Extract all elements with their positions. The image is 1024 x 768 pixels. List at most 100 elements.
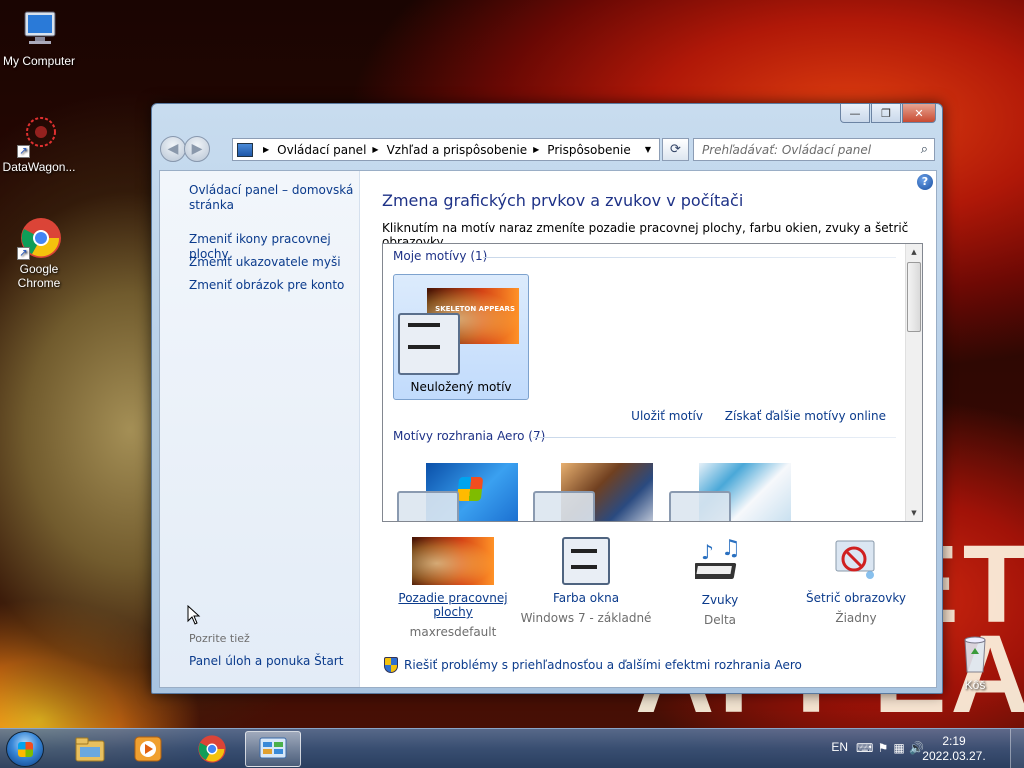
refresh-icon: ⟳ — [670, 142, 681, 157]
mouse-cursor-icon — [187, 605, 201, 625]
clock-time: 2:19 — [942, 734, 966, 748]
themes-scrollbar[interactable]: ▲ ▼ — [905, 244, 922, 521]
theme-window-color-preview — [397, 491, 459, 521]
wallpaper-thumbnail — [412, 537, 494, 585]
desktop-icon-recycle-bin[interactable]: Kôš — [936, 632, 1014, 692]
theme-window-color-preview — [398, 313, 460, 375]
navigation-bar: ◀ ▶ ▶ Ovládací panel ▶ Vzhľad a prispôso… — [160, 136, 935, 162]
save-theme-link[interactable]: Uložiť motív — [631, 409, 703, 423]
preview-bar — [408, 323, 440, 327]
shield-icon — [384, 657, 398, 673]
forward-button[interactable]: ▶ — [184, 136, 210, 162]
forward-arrow-icon: ▶ — [191, 141, 203, 157]
clock[interactable]: 2:19 2022.03.27. — [916, 734, 992, 764]
desktop-icon-my-computer[interactable]: My Computer — [0, 8, 78, 68]
desktop-icon-label: DataWagon... — [2, 160, 76, 174]
sidebar-link-account-picture[interactable]: Zmeniť obrázok pre konto — [189, 278, 359, 293]
theme-window-color-preview — [669, 491, 731, 521]
control-panel-icon — [259, 737, 287, 759]
keyboard-icon[interactable]: ⌨ — [856, 741, 873, 755]
sidebar-link-home[interactable]: Ovládací panel – domovská stránka — [189, 183, 359, 213]
recycle-bin-icon — [953, 632, 997, 676]
computer-icon — [17, 8, 61, 52]
media-player-icon — [134, 736, 162, 762]
scroll-down-icon[interactable]: ▼ — [906, 505, 922, 521]
screen-saver-setting[interactable]: Šetrič obrazovky Žiadny — [781, 537, 931, 625]
sidebar: Ovládací panel – domovská stránka Zmeniť… — [160, 171, 360, 687]
language-indicator[interactable]: EN — [831, 740, 848, 754]
preview-bar — [571, 565, 597, 569]
sounds-link[interactable]: Zvuky — [645, 593, 795, 607]
get-more-themes-link[interactable]: Získať ďalšie motívy online — [725, 409, 886, 423]
taskbar: EN ⌨ ⚑ ▦ 🔊 2:19 2022.03.27. — [0, 728, 1024, 768]
action-center-icon[interactable]: ⚑ — [876, 741, 890, 755]
desktop-background-value: maxresdefault — [409, 625, 497, 639]
see-also-heading: Pozrite tiež — [189, 632, 250, 645]
desktop-icon-label: My Computer — [2, 54, 76, 68]
folder-icon — [75, 737, 105, 762]
group-divider — [483, 257, 896, 258]
scrollbar-thumb[interactable] — [907, 262, 921, 332]
search-icon[interactable]: ⌕ — [921, 142, 928, 157]
minimize-button[interactable]: — — [840, 104, 870, 123]
svg-text:♫: ♫ — [721, 537, 741, 561]
sidebar-link-taskbar-start[interactable]: Panel úloh a ponuka Štart — [189, 654, 359, 669]
screen-saver-link[interactable]: Šetrič obrazovky — [781, 591, 931, 605]
svg-text:♪: ♪ — [701, 540, 714, 564]
preview-bar — [571, 549, 597, 553]
window-color-link[interactable]: Farba okna — [511, 591, 661, 605]
desktop-background-link[interactable]: Pozadie pracovnej plochy — [378, 591, 528, 619]
my-themes-heading: Moje motívy (1) — [393, 249, 488, 263]
scroll-up-icon[interactable]: ▲ — [906, 244, 922, 260]
window-color-setting[interactable]: Farba okna Windows 7 - základné — [511, 537, 661, 625]
address-bar[interactable]: ▶ Ovládací panel ▶ Vzhľad a prispôsobeni… — [232, 138, 660, 161]
breadcrumb-separator-icon: ▶ — [533, 145, 540, 154]
chrome-icon: ↗ — [17, 216, 61, 260]
search-input[interactable]: Prehľadávať: Ovládací panel ⌕ — [693, 138, 935, 161]
sidebar-link-mouse-pointers[interactable]: Zmeniť ukazovatele myši — [189, 255, 359, 270]
shortcut-arrow-icon: ↗ — [17, 145, 30, 158]
group-divider — [533, 437, 896, 438]
maximize-button[interactable]: ❐ — [871, 104, 901, 123]
start-button[interactable] — [6, 731, 44, 767]
thumbnail-text: SKELETON APPEARS — [435, 305, 515, 313]
show-desktop-button[interactable] — [1010, 729, 1024, 768]
aero-troubleshoot-label: Riešiť problémy s priehľadnosťou a ďalší… — [404, 658, 802, 672]
theme-item-unsaved[interactable]: SKELETON APPEARS Neuložený motív — [393, 274, 529, 400]
screen-saver-icon — [832, 537, 880, 585]
back-button[interactable]: ◀ — [160, 136, 186, 162]
taskbar-chrome[interactable] — [184, 731, 240, 767]
desktop-icon-datawagon[interactable]: ↗ DataWagon... — [0, 114, 78, 174]
theme-label: Neuložený motív — [410, 380, 512, 394]
theme-window-color-preview — [533, 491, 595, 521]
breadcrumb-separator-icon: ▶ — [263, 145, 270, 154]
taskbar-media-player[interactable] — [120, 731, 176, 767]
chrome-icon — [198, 735, 226, 763]
preview-bar — [408, 345, 440, 349]
window-color-icon — [562, 537, 610, 585]
aero-troubleshoot-link[interactable]: Riešiť problémy s priehľadnosťou a ďalší… — [384, 657, 802, 673]
breadcrumb-appearance[interactable]: Vzhľad a prispôsobenie — [387, 143, 528, 157]
help-icon[interactable]: ? — [917, 174, 933, 190]
breadcrumb-personalization[interactable]: Prispôsobenie — [547, 143, 630, 157]
taskbar-explorer[interactable] — [62, 731, 118, 767]
desktop-icon-label: Google Chrome — [17, 262, 61, 290]
address-dropdown-button[interactable]: ▼ — [637, 139, 659, 160]
sounds-setting[interactable]: ♪ ♫ Zvuky Delta — [645, 536, 795, 627]
desktop-icon-chrome[interactable]: ↗ Google Chrome — [0, 216, 78, 290]
search-placeholder: Prehľadávať: Ovládací panel — [702, 142, 872, 157]
close-button[interactable]: ✕ — [902, 104, 936, 123]
taskbar-control-panel[interactable] — [245, 731, 301, 767]
network-icon[interactable]: ▦ — [892, 741, 906, 755]
breadcrumb-control-panel[interactable]: Ovládací panel — [277, 143, 366, 157]
control-panel-icon — [237, 142, 253, 157]
shortcut-arrow-icon: ↗ — [17, 247, 30, 260]
desktop-icon-label: Kôš — [964, 678, 986, 692]
desktop-background-setting[interactable]: Pozadie pracovnej plochy maxresdefault — [378, 537, 528, 639]
themes-list: Moje motívy (1) SKELETON APPEARS Neulože… — [382, 243, 923, 522]
refresh-button[interactable]: ⟳ — [662, 138, 689, 161]
clock-date: 2022.03.27. — [922, 749, 986, 763]
breadcrumb-separator-icon: ▶ — [372, 145, 379, 154]
window-color-value: Windows 7 - základné — [520, 611, 652, 625]
window-controls: — ❐ ✕ — [839, 104, 936, 123]
